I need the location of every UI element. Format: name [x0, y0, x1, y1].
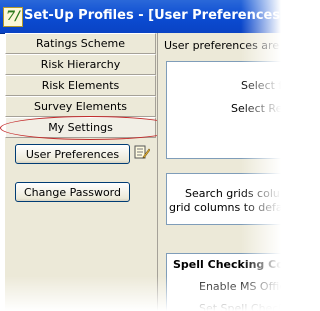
nav-item-survey-elements[interactable]: Survey Elements [5, 96, 156, 117]
select-field-label-2: Select Re [231, 102, 281, 115]
nav-item-label: Ratings Scheme [36, 37, 125, 50]
app-logo-icon: 7/ [3, 7, 23, 27]
nav-item-label: Risk Elements [41, 79, 120, 92]
notepad-pencil-icon[interactable] [134, 144, 150, 160]
my-settings-highlight [0, 116, 180, 140]
title-bar[interactable]: 7/ Set-Up Profiles - [User Preferences] [0, 0, 281, 34]
user-preferences-panel: User preferences are a Select f Select R… [157, 33, 281, 311]
intro-text: User preferences are a [164, 39, 281, 52]
nav-item-risk-hierarchy[interactable]: Risk Hierarchy [5, 54, 156, 75]
nav-item-label: Risk Hierarchy [40, 58, 121, 71]
select-field-label-1: Select f [241, 79, 281, 92]
select-settings-box: Select f Select Re [166, 61, 281, 159]
user-preferences-label: User Preferences [25, 148, 120, 161]
left-nav-panel: Ratings Scheme Risk Hierarchy Risk Eleme… [5, 33, 157, 311]
change-password-button[interactable]: Change Password [15, 182, 130, 202]
setup-profiles-window: 7/ Set-Up Profiles - [User Preferences] … [0, 0, 281, 311]
search-grid-text-2: grid columns to default [169, 201, 281, 214]
spell-option-2: Set Spell Check [199, 302, 281, 311]
spell-checking-box: Spell Checking Co Enable MS Offic Set Sp… [166, 253, 281, 311]
spell-option-1: Enable MS Offic [199, 280, 281, 293]
nav-item-ratings-scheme[interactable]: Ratings Scheme [5, 33, 156, 54]
spell-checking-heading: Spell Checking Co [173, 258, 281, 271]
search-grid-text-1: Search grids colum [185, 187, 281, 200]
change-password-label: Change Password [24, 186, 121, 199]
window-title: Set-Up Profiles - [User Preferences] [24, 8, 281, 23]
nav-item-label: Survey Elements [33, 100, 128, 113]
nav-item-risk-elements[interactable]: Risk Elements [5, 75, 156, 96]
user-preferences-button[interactable]: User Preferences [15, 144, 130, 164]
search-grid-box: Search grids colum grid columns to defau… [166, 173, 281, 225]
